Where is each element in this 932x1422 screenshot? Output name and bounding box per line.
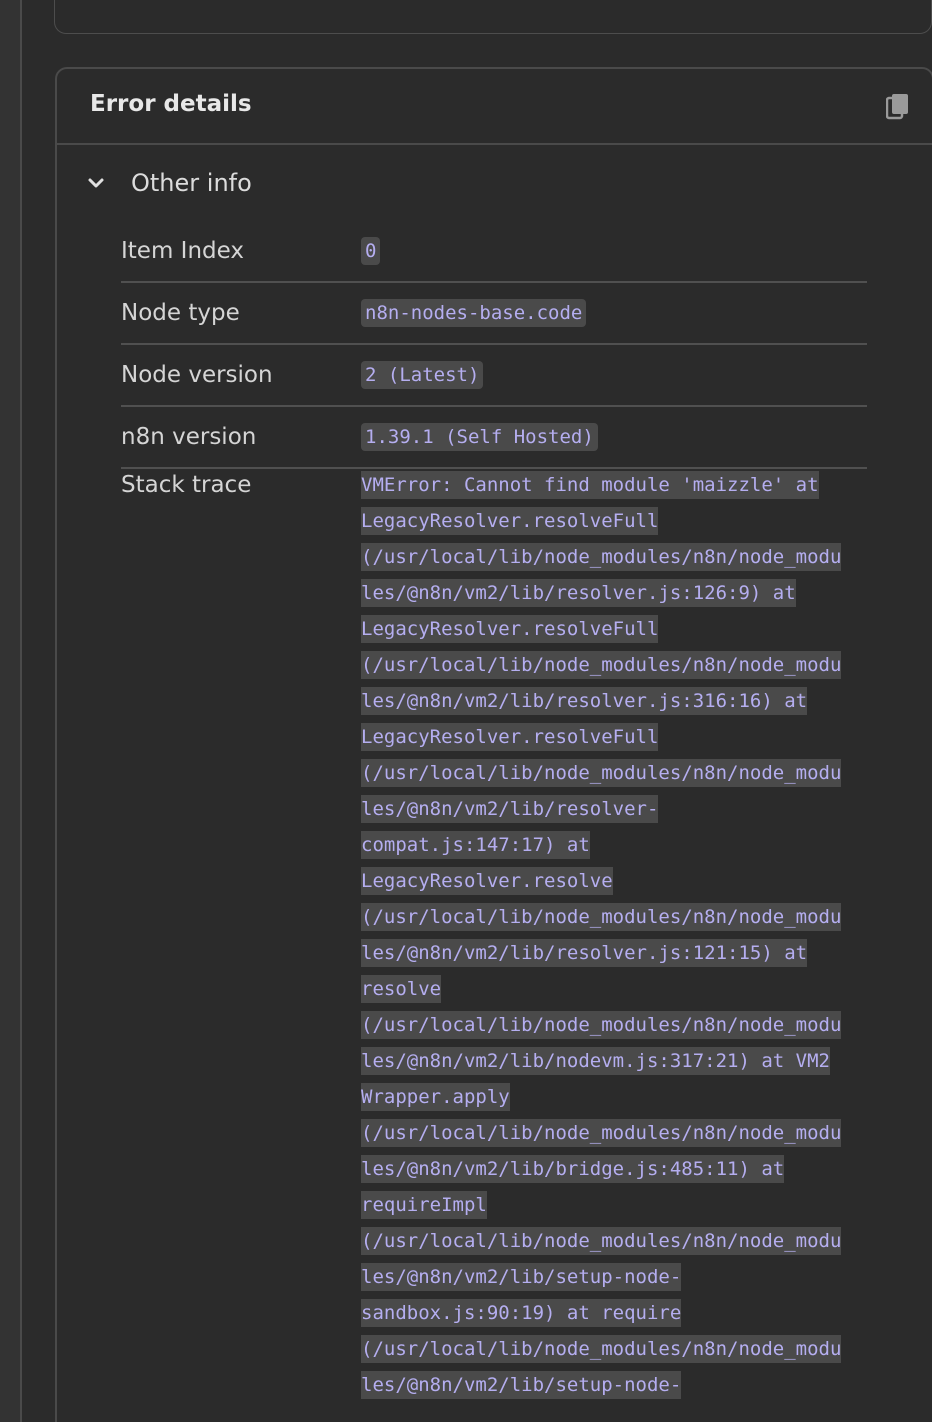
info-row-node-version: Node version 2 (Latest) <box>121 345 867 407</box>
stack-trace-line: (/usr/local/lib/node_modules/n8n/node_mo… <box>361 1331 867 1367</box>
info-key: Node version <box>121 362 273 388</box>
stack-trace-value: VMError: Cannot find module 'maizzle' at… <box>361 467 867 1403</box>
info-row-node-type: Node type n8n-nodes-base.code <box>121 283 867 345</box>
stack-trace-line: VMError: Cannot find module 'maizzle' at <box>361 467 867 503</box>
stack-trace-text: LegacyResolver.resolve <box>361 867 613 895</box>
stack-trace-text: LegacyResolver.resolveFull <box>361 723 659 751</box>
stack-trace-text: (/usr/local/lib/node_modules/n8n/node_mo… <box>361 651 842 679</box>
stack-trace-line: (/usr/local/lib/node_modules/n8n/node_mo… <box>361 899 867 935</box>
stack-trace-line: (/usr/local/lib/node_modules/n8n/node_mo… <box>361 539 867 575</box>
info-value: n8n-nodes-base.code <box>361 299 587 327</box>
info-key: Node type <box>121 300 240 326</box>
stack-trace-text: LegacyResolver.resolveFull <box>361 615 659 643</box>
stack-trace-line: LegacyResolver.resolveFull <box>361 611 867 647</box>
stack-trace-text: les/@n8n/vm2/lib/resolver.js:126:9) at <box>361 579 796 607</box>
other-info-toggle[interactable]: Other info <box>85 165 252 201</box>
info-key: Item Index <box>121 238 244 264</box>
stack-trace-text: compat.js:147:17) at <box>361 831 590 859</box>
info-row-n8n-version: n8n version 1.39.1 (Self Hosted) <box>121 407 867 469</box>
stack-trace-text: les/@n8n/vm2/lib/setup-node- <box>361 1263 682 1291</box>
info-key: n8n version <box>121 424 257 450</box>
stack-trace-line: les/@n8n/vm2/lib/nodevm.js:317:21) at VM… <box>361 1043 867 1079</box>
stack-trace-line: LegacyResolver.resolve <box>361 863 867 899</box>
stack-trace-line: les/@n8n/vm2/lib/resolver.js:126:9) at <box>361 575 867 611</box>
stack-trace-text: requireImpl <box>361 1191 487 1219</box>
chevron-down-icon <box>85 172 107 194</box>
stack-trace-line: les/@n8n/vm2/lib/resolver.js:316:16) at <box>361 683 867 719</box>
stack-trace-text: les/@n8n/vm2/lib/setup-node- <box>361 1371 682 1399</box>
left-sidebar-rail <box>0 0 22 1422</box>
info-key: Stack trace <box>121 472 252 498</box>
stack-trace-text: les/@n8n/vm2/lib/bridge.js:485:11) at <box>361 1155 785 1183</box>
stack-trace-text: les/@n8n/vm2/lib/nodevm.js:317:21) at VM… <box>361 1047 830 1075</box>
stack-trace-text: VMError: Cannot find module 'maizzle' at <box>361 471 819 499</box>
stack-trace-text: (/usr/local/lib/node_modules/n8n/node_mo… <box>361 1227 842 1255</box>
info-value: 0 <box>361 237 381 265</box>
stack-trace-line: les/@n8n/vm2/lib/resolver- <box>361 791 867 827</box>
stack-trace-line: LegacyResolver.resolveFull <box>361 503 867 539</box>
stack-trace-line: (/usr/local/lib/node_modules/n8n/node_mo… <box>361 647 867 683</box>
stack-trace-line: Wrapper.apply <box>361 1079 867 1115</box>
stack-trace-line: les/@n8n/vm2/lib/resolver.js:121:15) at <box>361 935 867 971</box>
stack-trace-text: (/usr/local/lib/node_modules/n8n/node_mo… <box>361 1011 842 1039</box>
previous-card <box>54 0 932 34</box>
info-table: Item Index 0 Node type n8n-nodes-base.co… <box>121 221 867 1403</box>
stack-trace-line: les/@n8n/vm2/lib/setup-node- <box>361 1367 867 1403</box>
stack-trace-text: LegacyResolver.resolveFull <box>361 507 659 535</box>
stack-trace-text: resolve <box>361 975 442 1003</box>
info-value: 2 (Latest) <box>361 361 484 389</box>
info-row-item-index: Item Index 0 <box>121 221 867 283</box>
card-header: Error details <box>57 69 932 145</box>
stack-trace-line: LegacyResolver.resolveFull <box>361 719 867 755</box>
stack-trace-line: (/usr/local/lib/node_modules/n8n/node_mo… <box>361 1115 867 1151</box>
stack-trace-text: (/usr/local/lib/node_modules/n8n/node_mo… <box>361 759 842 787</box>
stack-trace-text: les/@n8n/vm2/lib/resolver- <box>361 795 659 823</box>
stack-trace-line: sandbox.js:90:19) at require <box>361 1295 867 1331</box>
stack-trace-line: compat.js:147:17) at <box>361 827 867 863</box>
stack-trace-line: (/usr/local/lib/node_modules/n8n/node_mo… <box>361 1007 867 1043</box>
info-row-stack-trace: Stack trace VMError: Cannot find module … <box>121 469 867 1403</box>
stack-trace-text: sandbox.js:90:19) at require <box>361 1299 682 1327</box>
stack-trace-line: resolve <box>361 971 867 1007</box>
info-value: 1.39.1 (Self Hosted) <box>361 423 598 451</box>
stack-trace-line: (/usr/local/lib/node_modules/n8n/node_mo… <box>361 755 867 791</box>
stack-trace-text: les/@n8n/vm2/lib/resolver.js:121:15) at <box>361 939 808 967</box>
section-label: Other info <box>131 169 252 197</box>
stack-trace-text: (/usr/local/lib/node_modules/n8n/node_mo… <box>361 903 842 931</box>
copy-icon[interactable] <box>885 93 910 121</box>
stack-trace-text: (/usr/local/lib/node_modules/n8n/node_mo… <box>361 1119 842 1147</box>
stack-trace-line: requireImpl <box>361 1187 867 1223</box>
stack-trace-line: les/@n8n/vm2/lib/setup-node- <box>361 1259 867 1295</box>
card-title: Error details <box>90 91 252 117</box>
stack-trace-text: (/usr/local/lib/node_modules/n8n/node_mo… <box>361 1335 842 1363</box>
stack-trace-text: Wrapper.apply <box>361 1083 510 1111</box>
stack-trace-line: les/@n8n/vm2/lib/bridge.js:485:11) at <box>361 1151 867 1187</box>
stack-trace-text: les/@n8n/vm2/lib/resolver.js:316:16) at <box>361 687 808 715</box>
stack-trace-line: (/usr/local/lib/node_modules/n8n/node_mo… <box>361 1223 867 1259</box>
error-details-card: Error details Other info Item Index 0 No… <box>55 67 932 1422</box>
stack-trace-text: (/usr/local/lib/node_modules/n8n/node_mo… <box>361 543 842 571</box>
